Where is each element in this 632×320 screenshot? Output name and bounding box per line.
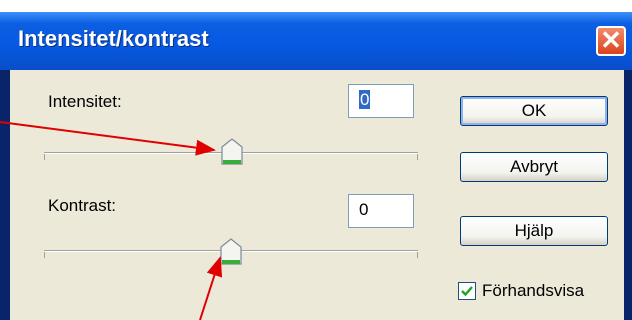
annotation-arrow-intensity <box>0 121 216 156</box>
annotation-arrows <box>0 121 223 320</box>
annotation-arrow-contrast <box>199 256 223 320</box>
